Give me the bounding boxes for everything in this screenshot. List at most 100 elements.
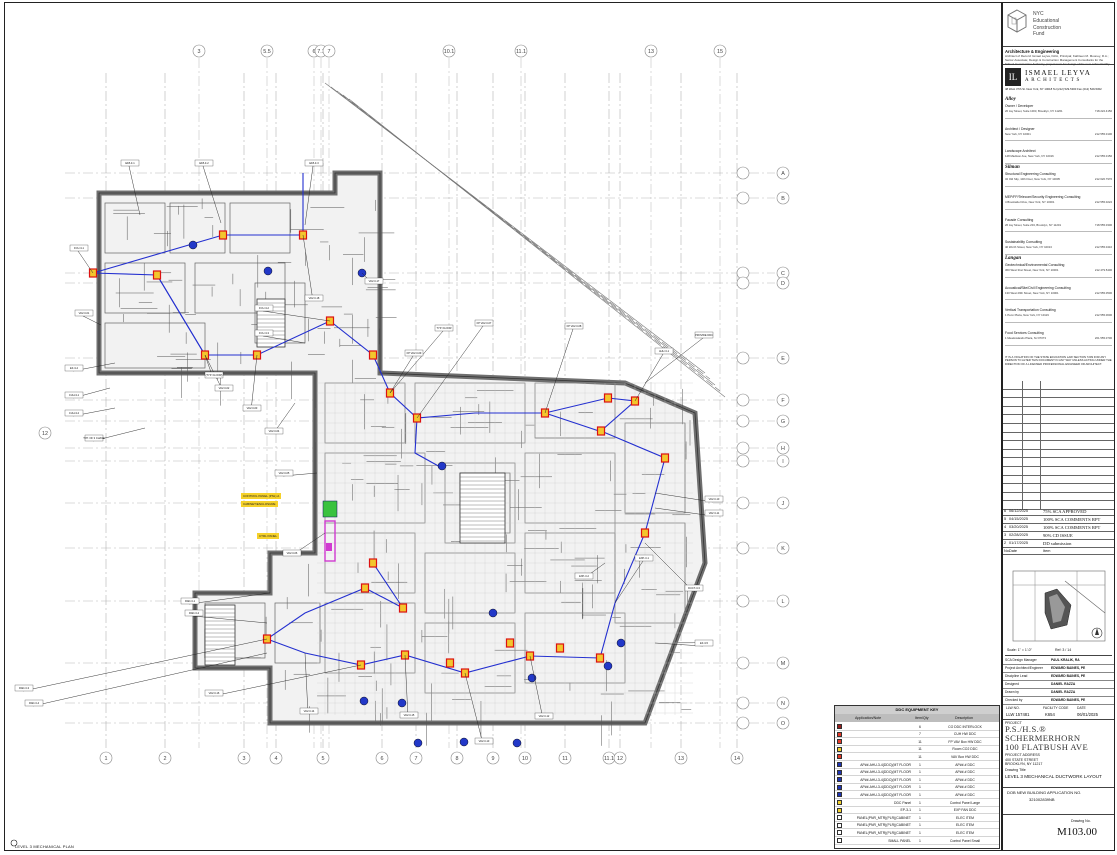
grid-label: 7: [328, 49, 331, 55]
revision-list: 6 06/12/2025 75% SCA APPROVED 5 04/15/2025 10…: [1003, 508, 1114, 555]
consultant-entry: Acoustical/Site/Civil Engineering Consul…: [1005, 278, 1112, 301]
consultant-role: Owner / Developer: [1005, 104, 1034, 108]
ahu-controller-icon: [359, 696, 369, 706]
ahu-controller-icon: [616, 638, 626, 648]
grid-bubble: [736, 166, 750, 180]
legend-application: PANEL(PNR_MTR)(PLR)(CABINET: [856, 830, 911, 835]
grid-label: 13: [678, 756, 684, 762]
legend-application: PANEL(PNR_MTR)(PLR)(CABINET: [856, 823, 911, 828]
vav-box-ddc-icon: [360, 583, 370, 593]
revision-date: 01/17/2025: [1009, 541, 1029, 545]
callout-tag-text: TYP. FLOOR: [436, 326, 451, 330]
revision-grid-row: [1003, 381, 1114, 390]
legend-description: AP##-# DDC: [955, 792, 975, 797]
legend-qty: 1: [919, 770, 921, 775]
legend-description: EXP FAN DDC: [953, 808, 977, 813]
architect-address: 48 West 37th St. New York, NY 10018 Tel …: [1005, 87, 1102, 91]
legend-row: AP##-AHU-3-4(DDC)(MT FLOOR 1 AP##-# DDC: [835, 761, 999, 769]
grid-bubble: [736, 496, 750, 510]
title-block: NYC Educational Construction Fund Archit…: [1002, 2, 1115, 851]
project-address-2: BROOKLYN, NY 11217: [1005, 761, 1043, 766]
stair: [459, 472, 506, 544]
consultant-phone: 212.555.0410: [1094, 245, 1112, 250]
architect-name: ISMAEL LEYVA: [1025, 69, 1092, 77]
revision-grid-row: [1003, 475, 1114, 485]
consultant-role: MEP/FP/Telecom/Security Engineering Cons…: [1005, 194, 1081, 199]
consultant-role: Facade Consulting: [1005, 217, 1034, 222]
revision-grid-row: [1003, 398, 1114, 407]
legend-symbol-icon: [837, 830, 842, 836]
revision-grid-row: [1003, 492, 1114, 502]
revision-row: 2 01/17/2025 DD submission: [1003, 540, 1114, 548]
responsibility-row: Checked by EDWARD BAINES, PE: [1003, 697, 1114, 705]
callout-tag-text: FP VAV-3-08: [567, 324, 582, 328]
callout-tag-text: FCU-3-3: [259, 331, 270, 335]
responsibility-row: Designed DANIEL RAZZA: [1003, 681, 1114, 689]
responsibility-table: SCA Design Manager PAUL KRALIK, RA Project…: [1003, 657, 1114, 705]
consultant-entry: Silman Structural Engineering Consulting 3…: [1005, 164, 1112, 187]
vav-box-ddc-icon: [368, 350, 378, 360]
license-row: LLW NO. FACILITY CODE DATE LLW 157481 K6…: [1003, 705, 1114, 720]
consultant-address: 130 West 29th Street, New York, NY 10001: [1005, 291, 1059, 295]
client-name-line: NYC: [1033, 11, 1044, 17]
legend-description: CUH HW DDC: [953, 732, 977, 737]
vav-box-ddc-icon: [596, 426, 606, 436]
legend-symbol-icon: [837, 739, 842, 745]
consultant-role: Architect / Designer: [1005, 126, 1035, 131]
control-panel-small: [326, 543, 332, 551]
client-name-line: Construction: [1033, 24, 1062, 31]
revision-date: 02/28/2025: [1009, 533, 1029, 537]
legend-row: 11 Room CO2 DDC: [835, 746, 999, 754]
responsibility-role: Project Architect/Engineer: [1005, 666, 1043, 670]
stair: [204, 604, 236, 666]
consultant-address: 360 West 31st Street, New York, NY 10001: [1005, 269, 1059, 273]
responsibility-person: PAUL KRALIK, RA: [1051, 658, 1080, 662]
grid-label: L: [782, 599, 785, 605]
key-plan-ref: Ref: 3 / 14: [1055, 648, 1072, 652]
consultant-address: 32 Old Slip, 10th Floor, New York, NY 10…: [1005, 178, 1060, 182]
callout-tag-text: (TYP. FLOOR): [206, 373, 223, 377]
legend-application: AP##-AHU-3-4(DDC)(MT FLOOR: [860, 762, 911, 767]
grid-label: 10: [522, 756, 528, 762]
callout-tag-text: FP VAV-3-09: [407, 351, 422, 355]
callout-tag-text: EF8-3-2: [199, 161, 209, 165]
legend-application: AP##-AHU-3-4(DDC)(MT FLOOR: [860, 770, 911, 775]
callout-tag-text: VAV-3-13: [479, 739, 490, 743]
grid-label: A: [781, 171, 785, 177]
revision-header: No. Date Item: [1003, 548, 1114, 555]
callout-tag-text: RAD-3-1: [185, 599, 196, 603]
callout-tag-text: PROVIDE DDC: [695, 333, 713, 337]
client-name: NYC Educational Construction Fund: [1033, 11, 1061, 38]
legend-description: AP##-# DDC: [955, 762, 975, 767]
legend-symbol-icon: [837, 724, 842, 729]
grid-label: 9: [492, 756, 495, 762]
vav-box-ddc-icon: [660, 453, 670, 463]
drawing-sheet: 1 2 3 4 5 6 7 8 9 10 11 11.1 12 13 14 3 5.5 6 7.1 7 10.1 11.1…: [0, 0, 1117, 855]
consultant-role: Food Services Consulting: [1005, 331, 1044, 336]
legend-header-qty: Item/Qty: [915, 715, 929, 720]
callout-tag-text: EF-3-4: [70, 366, 78, 370]
grid-label: D: [781, 281, 785, 287]
callout-tag-text: VAV-3-06: [287, 551, 298, 555]
legend-description: Room CO2 DDC: [952, 747, 978, 752]
revision-grid-row: [1003, 432, 1114, 442]
legend-row: SMALL PANEL 1 Control Panel Small: [835, 837, 999, 845]
responsibility-row: SCA Design Manager PAUL KRALIK, RA: [1003, 657, 1114, 665]
callout-tag-text: VAV-3-14: [304, 709, 315, 713]
client-name-line: Educational: [1033, 17, 1060, 24]
key-plan-drawing: [1012, 570, 1106, 642]
legend-row: EP-3-1 1 EXP FAN DDC: [835, 807, 999, 815]
legend-description: AP##-# DDC: [955, 785, 975, 790]
callout-tag-text: VAV-3-18: [309, 296, 320, 300]
legend-symbol-icon: [837, 769, 842, 775]
grid-label: 5: [322, 756, 325, 762]
grid-bubble: [736, 414, 750, 428]
legend-qty: 1: [919, 830, 921, 835]
consultant-entry: Langan Geotechnical/Environmental Consult…: [1005, 255, 1112, 278]
callout-tag-text: EF8-3-3: [309, 161, 319, 165]
consultant-logo: Alloy: [1005, 97, 1016, 102]
responsibility-role: SCA Design Manager: [1005, 658, 1037, 662]
ahu-controller-icon: [263, 266, 273, 276]
grid-label: I: [782, 459, 784, 465]
revision-header-date: Date: [1009, 549, 1018, 553]
